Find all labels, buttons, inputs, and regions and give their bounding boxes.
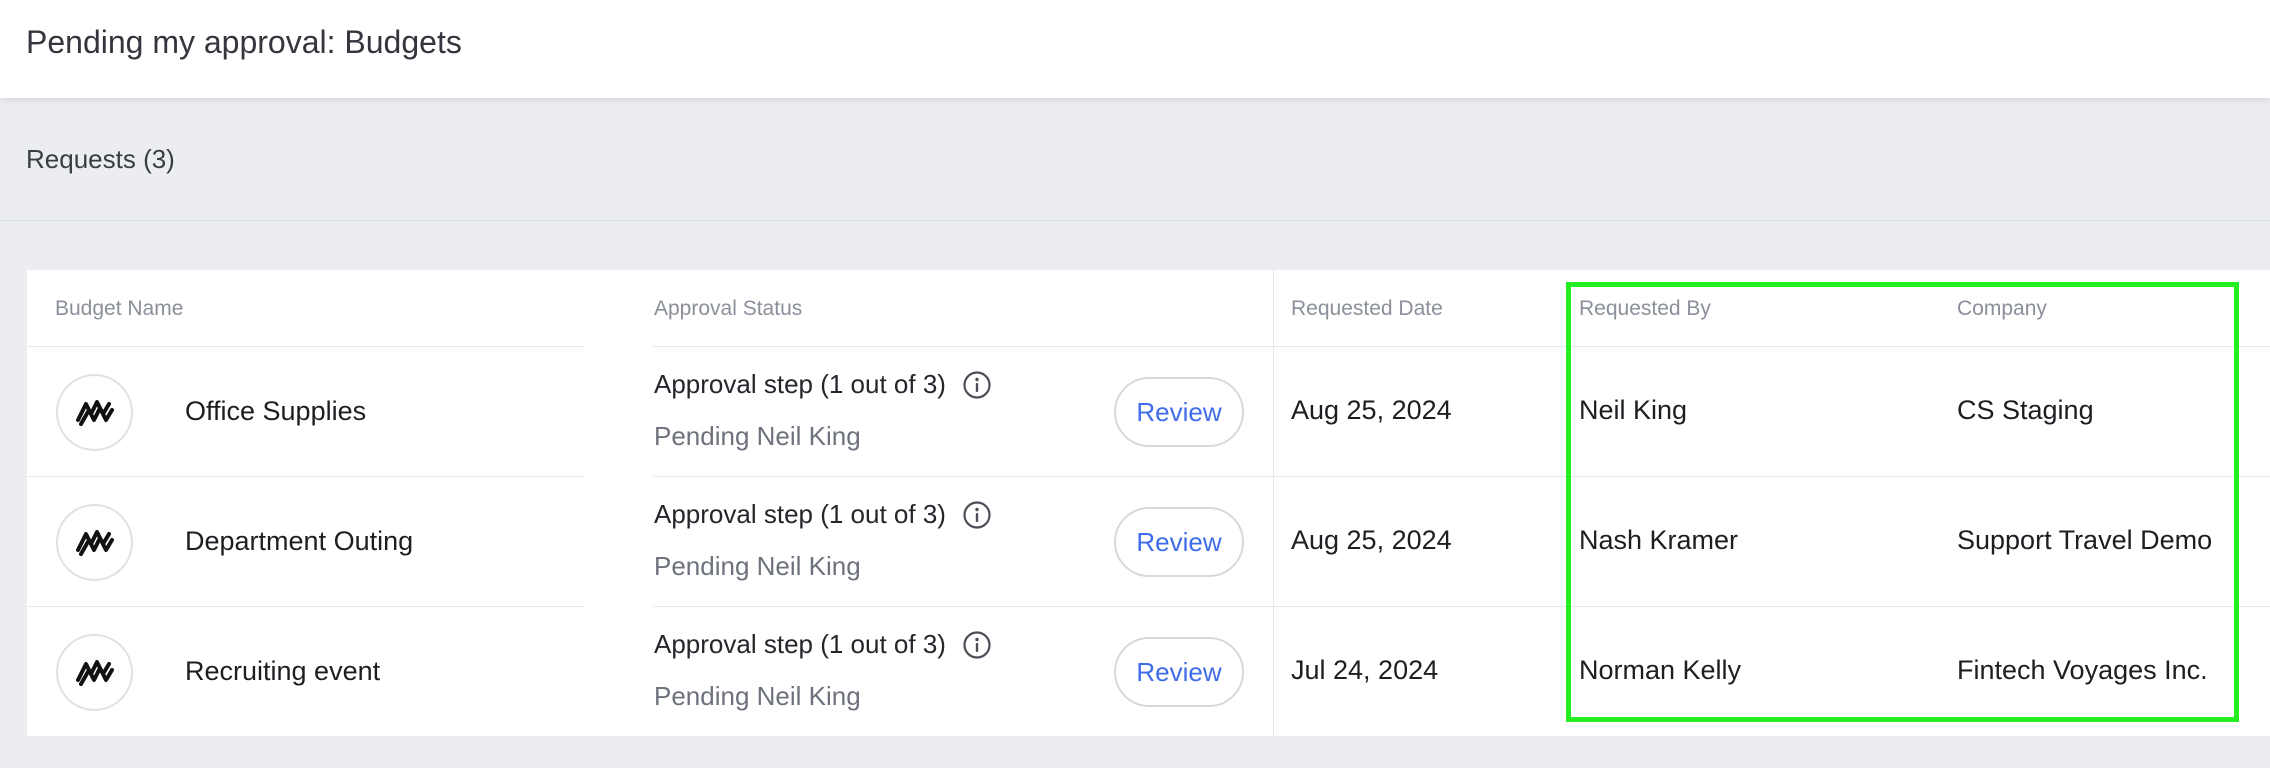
approval-step: Approval step (1 out of 3) [654,369,992,400]
approval-step: Approval step (1 out of 3) [654,499,992,530]
requested-by: Nash Kramer [1579,525,1739,555]
requested-date: Aug 25, 2024 [1291,525,1452,555]
requested-by: Neil King [1579,395,1688,425]
budget-name: Department Outing [185,526,414,556]
company: Support Travel Demo [1957,525,2213,555]
company-logo-icon [56,504,133,581]
column-header-requested-by: Requested By [1579,297,1711,320]
pending-approver: Pending Neil King [654,551,861,581]
column-header-budget-name: Budget Name [55,297,184,320]
review-button[interactable]: Review [1114,637,1244,707]
table-row: Department Outing Approval step (1 out o… [27,477,2270,607]
column-header-approval-status: Approval Status [654,297,803,320]
pending-approver: Pending Neil King [654,681,861,711]
approval-step: Approval step (1 out of 3) [654,629,992,660]
column-header-company: Company [1957,297,2047,320]
info-icon[interactable] [962,500,992,530]
requests-count-title: Requests (3) [26,144,175,174]
review-button[interactable]: Review [1114,507,1244,577]
budget-name: Recruiting event [185,656,381,686]
info-icon[interactable] [962,630,992,660]
review-button[interactable]: Review [1114,377,1244,447]
approval-step-label: Approval step (1 out of 3) [654,369,946,399]
page-title: Pending my approval: Budgets [26,24,462,60]
approval-step-label: Approval step (1 out of 3) [654,499,946,529]
info-icon[interactable] [962,370,992,400]
company-logo-icon [56,374,133,451]
column-header-requested-date: Requested Date [1291,297,1443,320]
pending-approver: Pending Neil King [654,421,861,451]
requests-section-bar: Requests (3) [0,98,2270,221]
budget-name: Office Supplies [185,396,367,426]
company-logo-icon [56,634,133,711]
table-row: Recruiting event Approval step (1 out of… [27,607,2270,737]
approval-step-label: Approval step (1 out of 3) [654,629,946,659]
requested-date: Jul 24, 2024 [1291,655,1439,685]
company: CS Staging [1957,395,2094,425]
requests-table: Budget Name Approval Status Requested Da… [27,270,2270,736]
table-row: Office Supplies Approval step (1 out of … [27,347,2270,477]
requested-by: Norman Kelly [1579,655,1742,685]
company: Fintech Voyages Inc. [1957,655,2208,685]
requested-date: Aug 25, 2024 [1291,395,1452,425]
page-header: Pending my approval: Budgets [0,0,2270,98]
